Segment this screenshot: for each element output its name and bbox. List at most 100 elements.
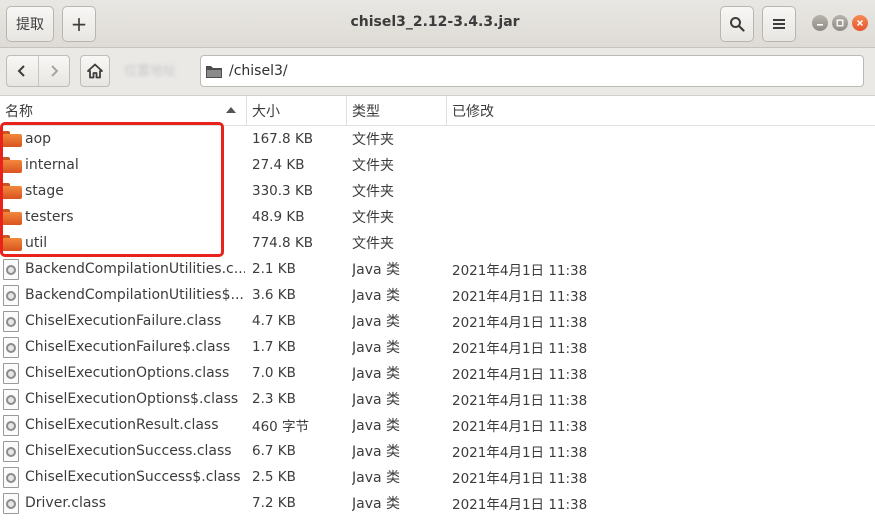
- file-name: stage: [25, 183, 64, 199]
- back-button[interactable]: [7, 56, 38, 86]
- minimize-button[interactable]: [812, 15, 828, 31]
- java-class-icon: [2, 337, 20, 359]
- file-modified: 2021年4月1日 11:38: [452, 393, 588, 409]
- file-modified: 2021年4月1日 11:38: [452, 315, 588, 331]
- file-name: ChiselExecutionOptions$.class: [25, 391, 239, 407]
- file-type: Java 类: [352, 340, 401, 356]
- file-size: 4.7 KB: [252, 313, 296, 329]
- file-modified: [452, 230, 652, 256]
- menu-button[interactable]: [762, 6, 796, 42]
- file-type: Java 类: [352, 288, 401, 304]
- file-modified: 2021年4月1日 11:38: [452, 263, 588, 279]
- file-size: 3.6 KB: [252, 287, 296, 303]
- file-type: Java 类: [352, 314, 401, 330]
- file-type: 文件夹: [352, 236, 394, 252]
- sort-ascending-icon: [226, 107, 236, 113]
- table-row[interactable]: util 774.8 KB 文件夹: [0, 230, 875, 256]
- column-modified[interactable]: 已修改: [447, 96, 875, 126]
- column-name-label: 名称: [5, 104, 33, 120]
- file-size: 330.3 KB: [252, 183, 314, 199]
- file-modified: [452, 126, 652, 152]
- file-name: BackendCompilationUtilities.c...: [25, 261, 245, 277]
- column-name[interactable]: 名称: [0, 96, 247, 126]
- file-modified: 2021年4月1日 11:38: [452, 497, 588, 513]
- table-row[interactable]: BackendCompilationUtilities$... 3.6 KB J…: [0, 282, 875, 308]
- path-bar[interactable]: /chisel3/: [200, 55, 864, 87]
- chevron-right-icon: [51, 65, 59, 77]
- file-type: Java 类: [352, 392, 401, 408]
- chevron-left-icon: [18, 65, 26, 77]
- header-bar: 提取 + chisel3_2.12-3.4.3.jar: [0, 0, 875, 48]
- file-size: 774.8 KB: [252, 235, 314, 251]
- history-nav: [6, 55, 70, 87]
- search-button[interactable]: [720, 6, 754, 42]
- java-class-icon: [2, 389, 20, 411]
- column-type-label: 类型: [352, 104, 380, 120]
- folder-icon: [2, 157, 22, 173]
- file-type: 文件夹: [352, 184, 394, 200]
- minimize-icon: [817, 24, 823, 26]
- file-list: aop 167.8 KB 文件夹 internal 27.4 KB 文件夹 st…: [0, 126, 875, 516]
- table-row[interactable]: internal 27.4 KB 文件夹: [0, 152, 875, 178]
- table-row[interactable]: ChiselExecutionFailure.class 4.7 KB Java…: [0, 308, 875, 334]
- file-type: 文件夹: [352, 210, 394, 226]
- file-name: Driver.class: [25, 495, 106, 511]
- file-name: ChiselExecutionFailure.class: [25, 313, 222, 329]
- java-class-icon: [2, 493, 20, 515]
- file-size: 27.4 KB: [252, 157, 305, 173]
- file-size: 7.2 KB: [252, 495, 296, 511]
- new-folder-button[interactable]: +: [62, 6, 96, 42]
- extract-button[interactable]: 提取: [6, 6, 54, 42]
- table-row[interactable]: ChiselExecutionFailure$.class 1.7 KB Jav…: [0, 334, 875, 360]
- java-class-icon: [2, 363, 20, 385]
- hamburger-menu-icon: [773, 19, 785, 29]
- file-modified: 2021年4月1日 11:38: [452, 341, 588, 357]
- file-modified: 2021年4月1日 11:38: [452, 419, 588, 435]
- path-text: /chisel3/: [229, 63, 288, 79]
- file-type: 文件夹: [352, 158, 394, 174]
- search-icon: [730, 17, 745, 32]
- file-size: 460 字节: [252, 419, 310, 435]
- file-size: 1.7 KB: [252, 339, 296, 355]
- file-name: ChiselExecutionSuccess.class: [25, 443, 232, 459]
- home-icon: [87, 63, 103, 79]
- column-modified-label: 已修改: [452, 104, 494, 120]
- table-row[interactable]: ChiselExecutionSuccess$.class 2.5 KB Jav…: [0, 464, 875, 490]
- table-row[interactable]: Driver.class 7.2 KB Java 类 2021年4月1日 11:…: [0, 490, 875, 516]
- table-row[interactable]: stage 330.3 KB 文件夹: [0, 178, 875, 204]
- forward-button[interactable]: [37, 56, 69, 86]
- table-row[interactable]: ChiselExecutionOptions.class 7.0 KB Java…: [0, 360, 875, 386]
- table-row[interactable]: ChiselExecutionOptions$.class 2.3 KB Jav…: [0, 386, 875, 412]
- java-class-icon: [2, 415, 20, 437]
- file-size: 167.8 KB: [252, 131, 314, 147]
- table-row[interactable]: ChiselExecutionSuccess.class 6.7 KB Java…: [0, 438, 875, 464]
- maximize-button[interactable]: [832, 15, 848, 31]
- location-toolbar: 位置地址 /chisel3/: [0, 48, 875, 96]
- window-title: chisel3_2.12-3.4.3.jar: [350, 14, 520, 30]
- column-type[interactable]: 类型: [347, 96, 447, 126]
- file-type: Java 类: [352, 496, 401, 512]
- close-button[interactable]: [852, 15, 868, 31]
- file-modified: 2021年4月1日 11:38: [452, 445, 588, 461]
- file-name: ChiselExecutionFailure$.class: [25, 339, 231, 355]
- table-row[interactable]: ChiselExecutionResult.class 460 字节 Java …: [0, 412, 875, 438]
- blurred-location-label: 位置地址: [124, 64, 177, 79]
- file-type: Java 类: [352, 418, 401, 434]
- file-modified: [452, 178, 652, 204]
- file-modified: 2021年4月1日 11:38: [452, 367, 588, 383]
- file-name: ChiselExecutionResult.class: [25, 417, 219, 433]
- table-row[interactable]: BackendCompilationUtilities.c... 2.1 KB …: [0, 256, 875, 282]
- folder-icon: [206, 65, 222, 78]
- column-size[interactable]: 大小: [247, 96, 347, 126]
- file-name: ChiselExecutionSuccess$.class: [25, 469, 241, 485]
- column-size-label: 大小: [252, 104, 280, 120]
- file-size: 7.0 KB: [252, 365, 296, 381]
- file-name: testers: [25, 209, 74, 225]
- file-type: Java 类: [352, 444, 401, 460]
- file-name: BackendCompilationUtilities$...: [25, 287, 244, 303]
- maximize-icon: [836, 19, 844, 27]
- table-row[interactable]: testers 48.9 KB 文件夹: [0, 204, 875, 230]
- table-row[interactable]: aop 167.8 KB 文件夹: [0, 126, 875, 152]
- file-size: 2.5 KB: [252, 469, 296, 485]
- home-button[interactable]: [80, 55, 110, 87]
